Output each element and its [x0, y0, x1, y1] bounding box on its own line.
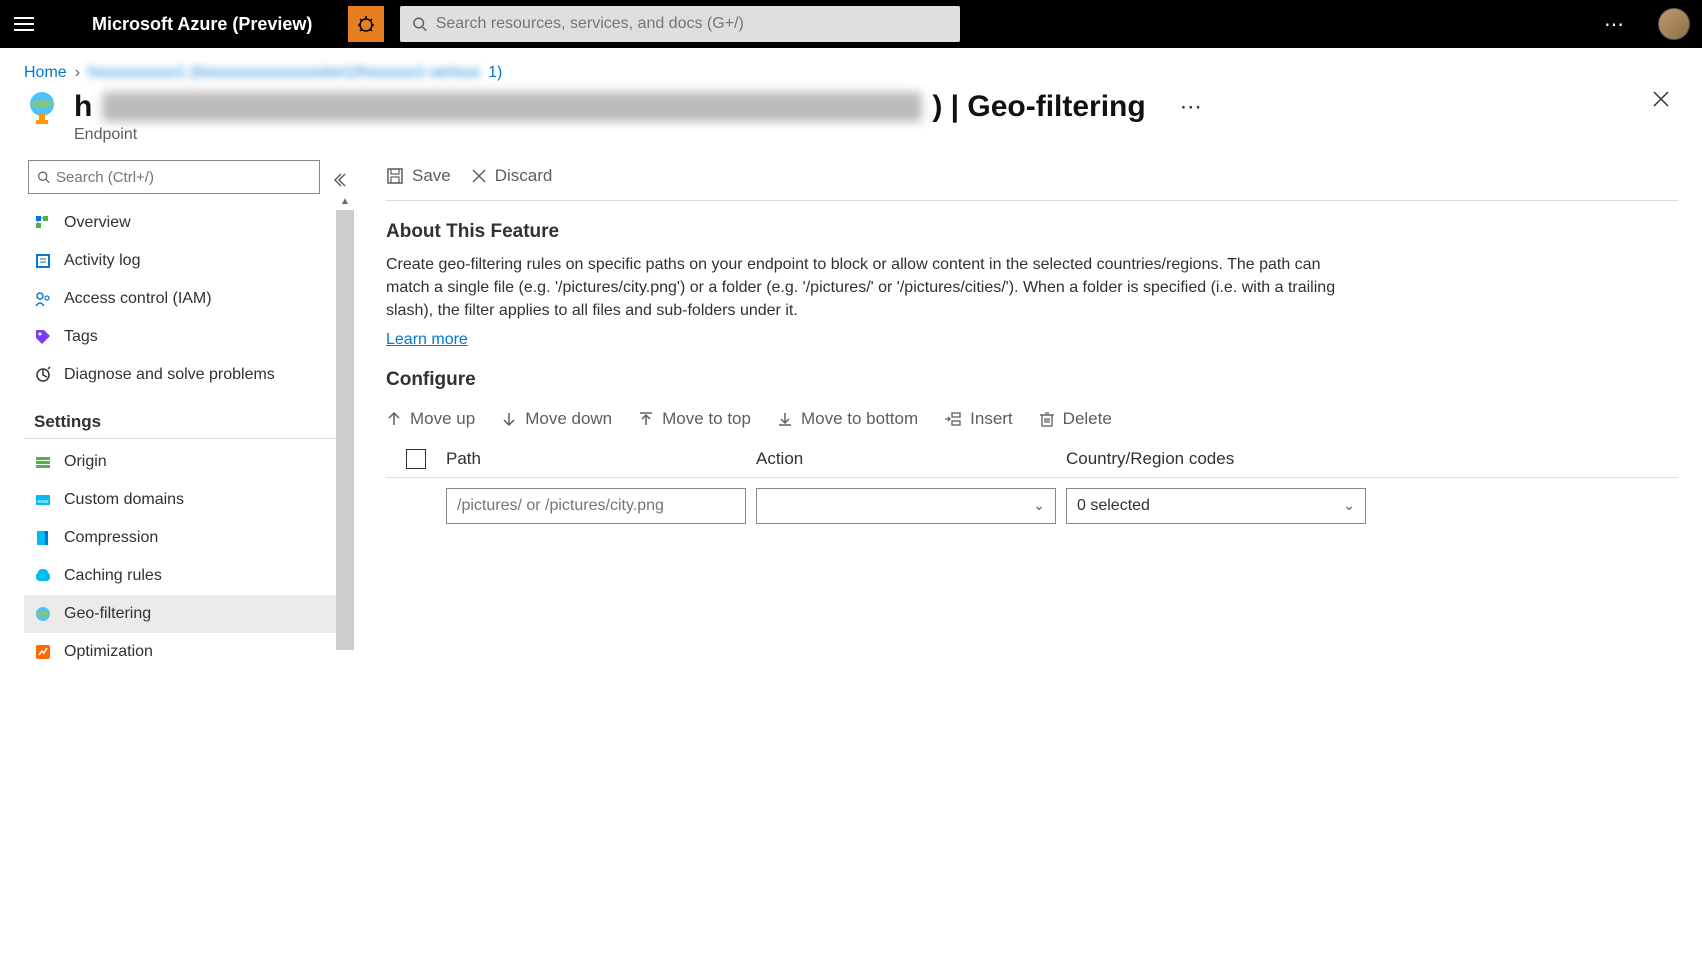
sidebar-item-caching-rules[interactable]: Caching rules — [24, 557, 354, 595]
sidebar-item-label: Caching rules — [64, 567, 162, 585]
compression-icon — [34, 529, 52, 547]
path-input[interactable] — [446, 488, 746, 524]
country-select-value: 0 selected — [1077, 497, 1150, 515]
caching-rules-icon — [34, 567, 52, 585]
configure-toolbar: Move up Move down Move to top Move to bo… — [386, 409, 1678, 429]
breadcrumb-resource[interactable]: hxxxxxxxxxx1 (hxxxxxxxxxxxxxxxion1/hxxxx… — [88, 64, 480, 82]
arrow-bottom-icon — [777, 411, 793, 427]
about-heading: About This Feature — [386, 221, 1678, 243]
breadcrumb: Home › hxxxxxxxxxx1 (hxxxxxxxxxxxxxxxion… — [24, 64, 1678, 82]
column-header-country: Country/Region codes — [1066, 449, 1376, 469]
sidebar-item-label: Origin — [64, 453, 107, 471]
tags-icon — [34, 328, 52, 346]
main-content: Save Discard About This Feature Create g… — [354, 156, 1678, 671]
page-header: h ) | Geo-filtering ⋯ Endpoint — [24, 90, 1678, 144]
sidebar-item-label: Activity log — [64, 252, 140, 270]
scrollbar-thumb[interactable] — [336, 210, 354, 650]
chevron-right-icon: › — [75, 64, 80, 82]
close-blade-button[interactable] — [1652, 90, 1678, 108]
overview-icon — [34, 214, 52, 232]
arrow-top-icon — [638, 411, 654, 427]
sidebar-item-label: Access control (IAM) — [64, 290, 212, 308]
global-search[interactable] — [400, 6, 960, 42]
save-button[interactable]: Save — [386, 166, 451, 186]
sidebar-item-geo-filtering[interactable]: Geo-filtering — [24, 595, 354, 633]
learn-more-link[interactable]: Learn more — [386, 331, 468, 349]
search-icon — [412, 16, 427, 32]
move-to-top-button[interactable]: Move to top — [638, 409, 751, 429]
sidebar-item-access-control[interactable]: Access control (IAM) — [24, 280, 354, 318]
topbar-more-button[interactable]: ⋯ — [1604, 12, 1626, 37]
country-select[interactable]: 0 selected ⌄ — [1066, 488, 1366, 524]
sidebar-item-optimization[interactable]: Optimization — [24, 633, 354, 671]
user-avatar[interactable] — [1658, 8, 1690, 40]
action-select[interactable]: ⌄ — [756, 488, 1056, 524]
sidebar-item-custom-domains[interactable]: www Custom domains — [24, 481, 354, 519]
sidebar-item-overview[interactable]: Overview — [24, 204, 354, 242]
page-title-prefix: h — [74, 90, 92, 124]
scrollbar-up-button[interactable]: ▲ — [336, 192, 354, 210]
sidebar-item-label: Overview — [64, 214, 131, 232]
delete-button[interactable]: Delete — [1039, 409, 1112, 429]
custom-domains-icon: www — [34, 491, 52, 509]
table-row: ⌄ 0 selected ⌄ — [386, 478, 1678, 534]
optimization-icon — [34, 643, 52, 661]
geo-filtering-icon — [34, 605, 52, 623]
svg-text:www: www — [38, 499, 49, 505]
column-header-action: Action — [756, 449, 1066, 469]
sidebar-item-label: Diagnose and solve problems — [64, 366, 275, 384]
sidebar: Overview Activity log Access control (IA… — [24, 156, 354, 671]
sidebar-search-input[interactable] — [56, 169, 311, 186]
chevron-down-icon: ⌄ — [1033, 497, 1045, 514]
breadcrumb-home[interactable]: Home — [24, 64, 67, 82]
save-icon — [386, 167, 404, 185]
bug-report-button[interactable] — [348, 6, 384, 42]
brand-label[interactable]: Microsoft Azure (Preview) — [92, 14, 312, 35]
activity-log-icon — [34, 252, 52, 270]
sidebar-item-label: Optimization — [64, 643, 153, 661]
insert-icon — [944, 411, 962, 427]
sidebar-item-label: Custom domains — [64, 491, 184, 509]
blade-toolbar: Save Discard — [386, 156, 1678, 201]
endpoint-globe-icon — [24, 90, 60, 126]
diagnose-icon — [34, 366, 52, 384]
sidebar-item-compression[interactable]: Compression — [24, 519, 354, 557]
sidebar-item-origin[interactable]: Origin — [24, 443, 354, 481]
sidebar-item-label: Tags — [64, 328, 98, 346]
move-down-button[interactable]: Move down — [501, 409, 612, 429]
access-control-icon — [34, 290, 52, 308]
global-search-input[interactable] — [436, 15, 949, 33]
arrow-up-icon — [386, 411, 402, 427]
table-header: Path Action Country/Region codes — [386, 441, 1678, 478]
move-to-bottom-button[interactable]: Move to bottom — [777, 409, 918, 429]
sidebar-item-label: Geo-filtering — [64, 605, 151, 623]
sidebar-item-diagnose[interactable]: Diagnose and solve problems — [24, 356, 354, 394]
page-title-suffix: ) | Geo-filtering — [932, 90, 1145, 124]
sidebar-item-tags[interactable]: Tags — [24, 318, 354, 356]
collapse-sidebar-button[interactable] — [324, 172, 354, 188]
chevron-down-icon: ⌄ — [1343, 497, 1355, 514]
page-title-redacted — [102, 92, 922, 122]
column-header-path: Path — [446, 449, 756, 469]
search-icon — [37, 170, 50, 184]
close-icon — [471, 168, 487, 184]
insert-button[interactable]: Insert — [944, 409, 1013, 429]
arrow-down-icon — [501, 411, 517, 427]
sidebar-item-activity-log[interactable]: Activity log — [24, 242, 354, 280]
delete-icon — [1039, 411, 1055, 427]
page-subtitle: Endpoint — [74, 126, 1638, 144]
sidebar-section-settings: Settings — [24, 394, 354, 439]
select-all-checkbox[interactable] — [406, 449, 426, 469]
move-up-button[interactable]: Move up — [386, 409, 475, 429]
sidebar-search[interactable] — [28, 160, 320, 194]
about-text: Create geo-filtering rules on specific p… — [386, 253, 1346, 323]
origin-icon — [34, 453, 52, 471]
hamburger-menu[interactable] — [12, 12, 36, 36]
breadcrumb-tail: 1) — [488, 64, 502, 82]
topbar: Microsoft Azure (Preview) ⋯ — [0, 0, 1702, 48]
configure-heading: Configure — [386, 369, 1678, 391]
discard-button[interactable]: Discard — [471, 166, 553, 186]
page-header-more-button[interactable]: ⋯ — [1180, 94, 1202, 120]
sidebar-item-label: Compression — [64, 529, 158, 547]
